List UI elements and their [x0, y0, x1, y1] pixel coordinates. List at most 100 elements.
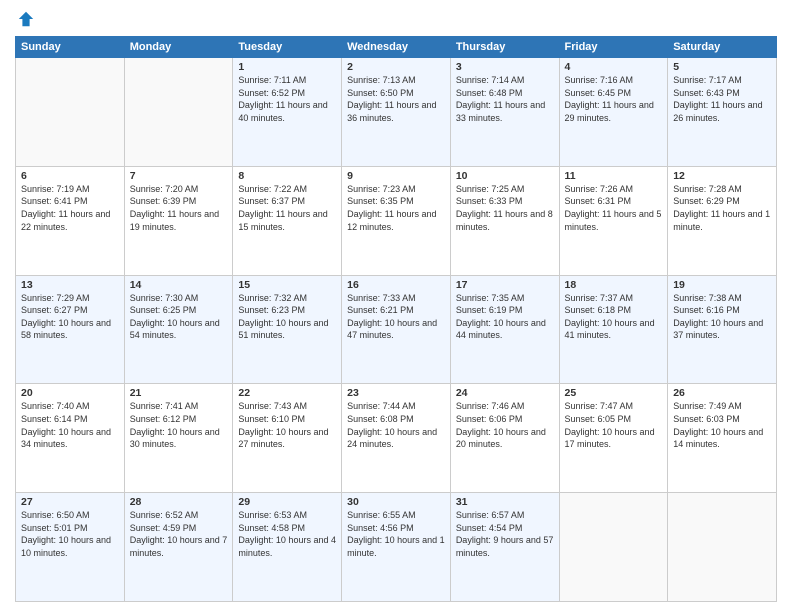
calendar-day-cell: 12Sunrise: 7:28 AMSunset: 6:29 PMDayligh…	[668, 166, 777, 275]
calendar-week-row: 20Sunrise: 7:40 AMSunset: 6:14 PMDayligh…	[16, 384, 777, 493]
day-detail: Sunrise: 7:14 AMSunset: 6:48 PMDaylight:…	[456, 74, 554, 124]
day-number: 27	[21, 496, 119, 508]
calendar-day-cell: 2Sunrise: 7:13 AMSunset: 6:50 PMDaylight…	[342, 58, 451, 167]
day-number: 17	[456, 279, 554, 291]
calendar-day-cell: 1Sunrise: 7:11 AMSunset: 6:52 PMDaylight…	[233, 58, 342, 167]
day-number: 6	[21, 170, 119, 182]
day-number: 9	[347, 170, 445, 182]
day-number: 21	[130, 387, 228, 399]
day-detail: Sunrise: 7:44 AMSunset: 6:08 PMDaylight:…	[347, 400, 445, 450]
calendar-day-cell: 8Sunrise: 7:22 AMSunset: 6:37 PMDaylight…	[233, 166, 342, 275]
day-detail: Sunrise: 6:53 AMSunset: 4:58 PMDaylight:…	[238, 509, 336, 559]
day-detail: Sunrise: 7:23 AMSunset: 6:35 PMDaylight:…	[347, 183, 445, 233]
day-number: 25	[565, 387, 663, 399]
day-detail: Sunrise: 7:28 AMSunset: 6:29 PMDaylight:…	[673, 183, 771, 233]
day-detail: Sunrise: 7:40 AMSunset: 6:14 PMDaylight:…	[21, 400, 119, 450]
day-number: 15	[238, 279, 336, 291]
calendar-day-header: Saturday	[668, 37, 777, 58]
day-number: 1	[238, 61, 336, 73]
calendar-day-header: Sunday	[16, 37, 125, 58]
day-detail: Sunrise: 7:41 AMSunset: 6:12 PMDaylight:…	[130, 400, 228, 450]
day-detail: Sunrise: 6:55 AMSunset: 4:56 PMDaylight:…	[347, 509, 445, 559]
calendar-day-header: Wednesday	[342, 37, 451, 58]
calendar-day-cell: 14Sunrise: 7:30 AMSunset: 6:25 PMDayligh…	[124, 275, 233, 384]
calendar-week-row: 6Sunrise: 7:19 AMSunset: 6:41 PMDaylight…	[16, 166, 777, 275]
day-number: 20	[21, 387, 119, 399]
day-detail: Sunrise: 7:17 AMSunset: 6:43 PMDaylight:…	[673, 74, 771, 124]
calendar-table: SundayMondayTuesdayWednesdayThursdayFrid…	[15, 36, 777, 602]
calendar-day-cell: 24Sunrise: 7:46 AMSunset: 6:06 PMDayligh…	[450, 384, 559, 493]
day-number: 22	[238, 387, 336, 399]
calendar-day-cell: 30Sunrise: 6:55 AMSunset: 4:56 PMDayligh…	[342, 493, 451, 602]
day-number: 5	[673, 61, 771, 73]
calendar-day-cell: 19Sunrise: 7:38 AMSunset: 6:16 PMDayligh…	[668, 275, 777, 384]
day-number: 7	[130, 170, 228, 182]
day-number: 12	[673, 170, 771, 182]
day-detail: Sunrise: 6:52 AMSunset: 4:59 PMDaylight:…	[130, 509, 228, 559]
day-number: 3	[456, 61, 554, 73]
day-detail: Sunrise: 6:50 AMSunset: 5:01 PMDaylight:…	[21, 509, 119, 559]
day-detail: Sunrise: 7:32 AMSunset: 6:23 PMDaylight:…	[238, 292, 336, 342]
day-detail: Sunrise: 7:35 AMSunset: 6:19 PMDaylight:…	[456, 292, 554, 342]
calendar-day-cell: 10Sunrise: 7:25 AMSunset: 6:33 PMDayligh…	[450, 166, 559, 275]
day-detail: Sunrise: 7:19 AMSunset: 6:41 PMDaylight:…	[21, 183, 119, 233]
calendar-day-cell: 4Sunrise: 7:16 AMSunset: 6:45 PMDaylight…	[559, 58, 668, 167]
day-detail: Sunrise: 6:57 AMSunset: 4:54 PMDaylight:…	[456, 509, 554, 559]
calendar-day-cell: 16Sunrise: 7:33 AMSunset: 6:21 PMDayligh…	[342, 275, 451, 384]
logo	[15, 10, 35, 28]
day-detail: Sunrise: 7:33 AMSunset: 6:21 PMDaylight:…	[347, 292, 445, 342]
day-detail: Sunrise: 7:49 AMSunset: 6:03 PMDaylight:…	[673, 400, 771, 450]
calendar-day-cell: 20Sunrise: 7:40 AMSunset: 6:14 PMDayligh…	[16, 384, 125, 493]
page-header	[15, 10, 777, 28]
calendar-day-cell: 28Sunrise: 6:52 AMSunset: 4:59 PMDayligh…	[124, 493, 233, 602]
day-number: 2	[347, 61, 445, 73]
day-detail: Sunrise: 7:11 AMSunset: 6:52 PMDaylight:…	[238, 74, 336, 124]
day-number: 26	[673, 387, 771, 399]
day-number: 18	[565, 279, 663, 291]
day-detail: Sunrise: 7:16 AMSunset: 6:45 PMDaylight:…	[565, 74, 663, 124]
day-number: 30	[347, 496, 445, 508]
day-detail: Sunrise: 7:43 AMSunset: 6:10 PMDaylight:…	[238, 400, 336, 450]
day-detail: Sunrise: 7:38 AMSunset: 6:16 PMDaylight:…	[673, 292, 771, 342]
calendar-day-cell: 7Sunrise: 7:20 AMSunset: 6:39 PMDaylight…	[124, 166, 233, 275]
day-detail: Sunrise: 7:26 AMSunset: 6:31 PMDaylight:…	[565, 183, 663, 233]
calendar-day-cell: 25Sunrise: 7:47 AMSunset: 6:05 PMDayligh…	[559, 384, 668, 493]
calendar-day-cell: 23Sunrise: 7:44 AMSunset: 6:08 PMDayligh…	[342, 384, 451, 493]
calendar-day-cell: 26Sunrise: 7:49 AMSunset: 6:03 PMDayligh…	[668, 384, 777, 493]
calendar-day-cell: 17Sunrise: 7:35 AMSunset: 6:19 PMDayligh…	[450, 275, 559, 384]
day-detail: Sunrise: 7:46 AMSunset: 6:06 PMDaylight:…	[456, 400, 554, 450]
day-number: 10	[456, 170, 554, 182]
day-number: 13	[21, 279, 119, 291]
calendar-day-cell: 21Sunrise: 7:41 AMSunset: 6:12 PMDayligh…	[124, 384, 233, 493]
calendar-day-cell: 18Sunrise: 7:37 AMSunset: 6:18 PMDayligh…	[559, 275, 668, 384]
day-detail: Sunrise: 7:13 AMSunset: 6:50 PMDaylight:…	[347, 74, 445, 124]
calendar-day-cell: 11Sunrise: 7:26 AMSunset: 6:31 PMDayligh…	[559, 166, 668, 275]
day-number: 8	[238, 170, 336, 182]
day-number: 11	[565, 170, 663, 182]
calendar-day-header: Monday	[124, 37, 233, 58]
day-detail: Sunrise: 7:25 AMSunset: 6:33 PMDaylight:…	[456, 183, 554, 233]
day-number: 24	[456, 387, 554, 399]
day-number: 14	[130, 279, 228, 291]
calendar-day-cell	[124, 58, 233, 167]
calendar-day-cell: 9Sunrise: 7:23 AMSunset: 6:35 PMDaylight…	[342, 166, 451, 275]
day-detail: Sunrise: 7:47 AMSunset: 6:05 PMDaylight:…	[565, 400, 663, 450]
calendar-day-header: Thursday	[450, 37, 559, 58]
calendar-week-row: 1Sunrise: 7:11 AMSunset: 6:52 PMDaylight…	[16, 58, 777, 167]
day-detail: Sunrise: 7:37 AMSunset: 6:18 PMDaylight:…	[565, 292, 663, 342]
calendar-header-row: SundayMondayTuesdayWednesdayThursdayFrid…	[16, 37, 777, 58]
day-number: 31	[456, 496, 554, 508]
calendar-day-cell: 27Sunrise: 6:50 AMSunset: 5:01 PMDayligh…	[16, 493, 125, 602]
calendar-week-row: 27Sunrise: 6:50 AMSunset: 5:01 PMDayligh…	[16, 493, 777, 602]
day-number: 29	[238, 496, 336, 508]
calendar-day-cell	[16, 58, 125, 167]
calendar-day-cell: 3Sunrise: 7:14 AMSunset: 6:48 PMDaylight…	[450, 58, 559, 167]
calendar-day-header: Friday	[559, 37, 668, 58]
calendar-day-cell: 15Sunrise: 7:32 AMSunset: 6:23 PMDayligh…	[233, 275, 342, 384]
calendar-day-cell	[559, 493, 668, 602]
day-detail: Sunrise: 7:29 AMSunset: 6:27 PMDaylight:…	[21, 292, 119, 342]
day-detail: Sunrise: 7:20 AMSunset: 6:39 PMDaylight:…	[130, 183, 228, 233]
calendar-day-cell: 31Sunrise: 6:57 AMSunset: 4:54 PMDayligh…	[450, 493, 559, 602]
day-number: 28	[130, 496, 228, 508]
calendar-day-cell: 22Sunrise: 7:43 AMSunset: 6:10 PMDayligh…	[233, 384, 342, 493]
